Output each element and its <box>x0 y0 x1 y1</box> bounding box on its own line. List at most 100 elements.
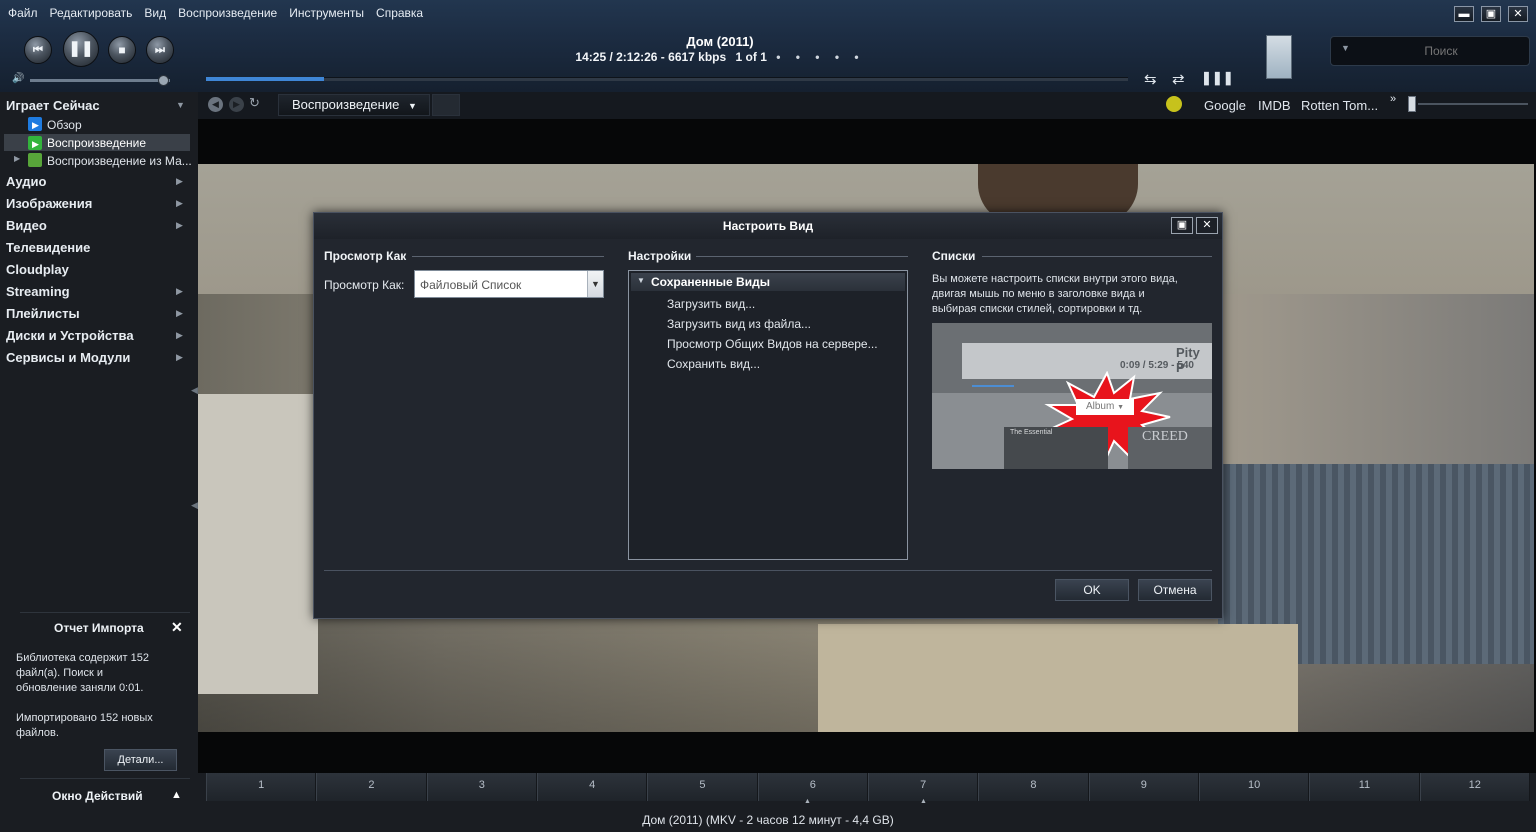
chevron-right-icon[interactable]: ▶ <box>176 330 183 341</box>
chevron-right-icon[interactable]: ▶ <box>176 286 183 297</box>
maximize-button[interactable]: ▣ <box>1481 6 1501 22</box>
chevron-right-icon[interactable]: ▶ <box>176 220 183 231</box>
expand-icon[interactable]: ▶ <box>14 154 20 163</box>
close-window-button[interactable]: ✕ <box>1508 6 1528 22</box>
chapter-button[interactable]: 1 <box>206 773 317 801</box>
sidebar-playing-now[interactable]: Играет Сейчас <box>6 98 100 113</box>
chapter-button[interactable]: 11 <box>1309 773 1420 801</box>
shuffle-icon[interactable]: ⇄ <box>1172 70 1185 88</box>
menu-view[interactable]: Вид <box>144 6 166 22</box>
volume-knob[interactable] <box>158 75 169 86</box>
customize-view-dialog: Настроить Вид ▣ ✕ Просмотр Как Просмотр … <box>313 212 1223 619</box>
refresh-icon[interactable]: ↻ <box>249 95 260 111</box>
sidebar-item-overview[interactable]: Обзор <box>47 118 82 132</box>
chevron-right-icon[interactable]: ▶ <box>176 176 183 187</box>
chevron-right-icon[interactable]: ▶ <box>176 198 183 209</box>
search-box[interactable]: ▼ <box>1330 36 1530 66</box>
chapter-button[interactable]: 2 <box>316 773 427 801</box>
import-report-line: обновление заняли 0:01. <box>16 682 144 694</box>
lists-description-line: Вы можете настроить списки внутри этого … <box>932 273 1178 285</box>
sidebar-item-audio[interactable]: Аудио <box>6 174 46 189</box>
repeat-icon[interactable]: ⇆ <box>1144 70 1157 88</box>
sidebar-item-cloudplay[interactable]: Cloudplay <box>6 262 69 277</box>
menu-playback[interactable]: Воспроизведение <box>178 6 277 22</box>
save-view-item[interactable]: Сохранить вид... <box>667 357 760 371</box>
chevron-down-icon[interactable]: ▼ <box>176 100 185 110</box>
browse-shared-views-item[interactable]: Просмотр Общих Видов на сервере... <box>667 337 878 351</box>
forward-icon[interactable]: ▶ <box>229 97 244 112</box>
ok-button[interactable]: OK <box>1055 579 1129 601</box>
chevron-right-icon[interactable]: ▶ <box>176 352 183 363</box>
now-playing-info: Дом (2011) 14:25 / 2:12:26 - 6617 kbps 1… <box>500 34 940 64</box>
seek-bar[interactable] <box>206 77 1128 81</box>
zoom-slider-knob[interactable] <box>1408 96 1416 112</box>
chapter-button[interactable]: 3 <box>426 773 537 801</box>
menu-file[interactable]: Файл <box>8 6 38 22</box>
load-view-from-file-item[interactable]: Загрузить вид из файла... <box>667 317 811 331</box>
saved-views-group[interactable]: ▼ Сохраненные Виды <box>631 273 905 291</box>
collapse-handle-icon[interactable]: ◀ <box>191 385 198 396</box>
overview-icon: ▶ <box>28 117 42 131</box>
chapter-marker-icon: ▲ <box>920 798 927 805</box>
view-selector[interactable]: Воспроизведение ▼ <box>278 94 430 116</box>
sidebar-item-services[interactable]: Сервисы и Модули <box>6 350 130 365</box>
link-imdb[interactable]: IMDB <box>1258 98 1291 113</box>
divider <box>412 256 604 257</box>
rating-dots[interactable]: • • • • • <box>776 50 864 64</box>
more-links-icon[interactable]: » <box>1390 93 1396 105</box>
chapter-button[interactable]: 5 <box>647 773 758 801</box>
sidebar-item-playlists[interactable]: Плейлисты <box>6 306 80 321</box>
chapter-button[interactable]: 10 <box>1198 773 1310 801</box>
dialog-close-button[interactable]: ✕ <box>1196 217 1218 234</box>
menu-edit[interactable]: Редактировать <box>50 6 133 22</box>
zoom-slider-track[interactable] <box>1418 103 1528 105</box>
load-view-item[interactable]: Загрузить вид... <box>667 297 755 311</box>
sidebar-item-tv[interactable]: Телевидение <box>6 240 90 255</box>
sidebar-item-streaming[interactable]: Streaming <box>6 284 70 299</box>
minimize-button[interactable]: ▬ <box>1454 6 1474 22</box>
previous-button[interactable]: ⏮ <box>24 36 52 64</box>
volume-icon[interactable]: 🔊 <box>12 73 24 84</box>
album-thumbnail[interactable] <box>1266 35 1292 79</box>
sidebar-item-images[interactable]: Изображения <box>6 196 92 211</box>
chapter-button[interactable]: 12 <box>1419 773 1530 801</box>
link-rotten-tomatoes[interactable]: Rotten Tom... <box>1301 98 1378 113</box>
next-button[interactable]: ⏭ <box>146 36 174 64</box>
preview-seek <box>972 385 1014 387</box>
back-icon[interactable]: ◀ <box>208 97 223 112</box>
search-input[interactable] <box>1361 42 1521 60</box>
menu-help[interactable]: Справка <box>376 6 423 22</box>
chapter-button[interactable]: 7 <box>867 773 979 801</box>
link-google[interactable]: Google <box>1204 98 1246 113</box>
collapse-handle-icon[interactable]: ◀ <box>191 500 198 511</box>
chapter-button[interactable]: 9 <box>1088 773 1199 801</box>
sidebar-item-playback-from[interactable]: Воспроизведение из Ма... <box>47 154 192 168</box>
chapter-button[interactable]: 6 <box>757 773 868 801</box>
view-extra-tab[interactable] <box>432 94 460 116</box>
status-dot-icon <box>1166 96 1182 112</box>
equalizer-icon[interactable]: ❚❚❚ <box>1201 70 1234 86</box>
sidebar-item-playback[interactable]: Воспроизведение <box>47 136 146 150</box>
view-as-select[interactable]: Файловый Список ▼ <box>414 270 604 298</box>
chapter-button[interactable]: 8 <box>978 773 1089 801</box>
close-icon: ✕ <box>1513 8 1523 20</box>
dialog-maximize-button[interactable]: ▣ <box>1171 217 1193 234</box>
chevron-right-icon[interactable]: ▶ <box>176 308 183 319</box>
now-playing-details: 14:25 / 2:12:26 - 6617 kbps 1 of 1 • • •… <box>500 50 940 64</box>
import-report-title: Отчет Импорта <box>54 621 144 635</box>
chapter-button[interactable]: 4 <box>536 773 648 801</box>
chevron-down-icon[interactable]: ▼ <box>587 271 603 297</box>
close-icon[interactable]: ✕ <box>171 619 183 636</box>
chevron-up-icon[interactable]: ▲ <box>171 789 182 801</box>
details-button[interactable]: Детали... <box>104 749 177 771</box>
sidebar-item-drives[interactable]: Диски и Устройства <box>6 328 134 343</box>
sidebar-item-video[interactable]: Видео <box>6 218 47 233</box>
menu-tools[interactable]: Инструменты <box>289 6 364 22</box>
actions-window-title[interactable]: Окно Действий <box>52 789 143 803</box>
volume-slider[interactable] <box>30 79 170 82</box>
cancel-button[interactable]: Отмена <box>1138 579 1212 601</box>
pause-button[interactable]: ❚❚ <box>63 31 99 67</box>
search-dropdown-icon[interactable]: ▼ <box>1341 43 1350 53</box>
stop-button[interactable]: ■ <box>108 36 136 64</box>
import-report-text: Библиотека содержит 152 файл(а). Поиск и… <box>16 651 186 741</box>
